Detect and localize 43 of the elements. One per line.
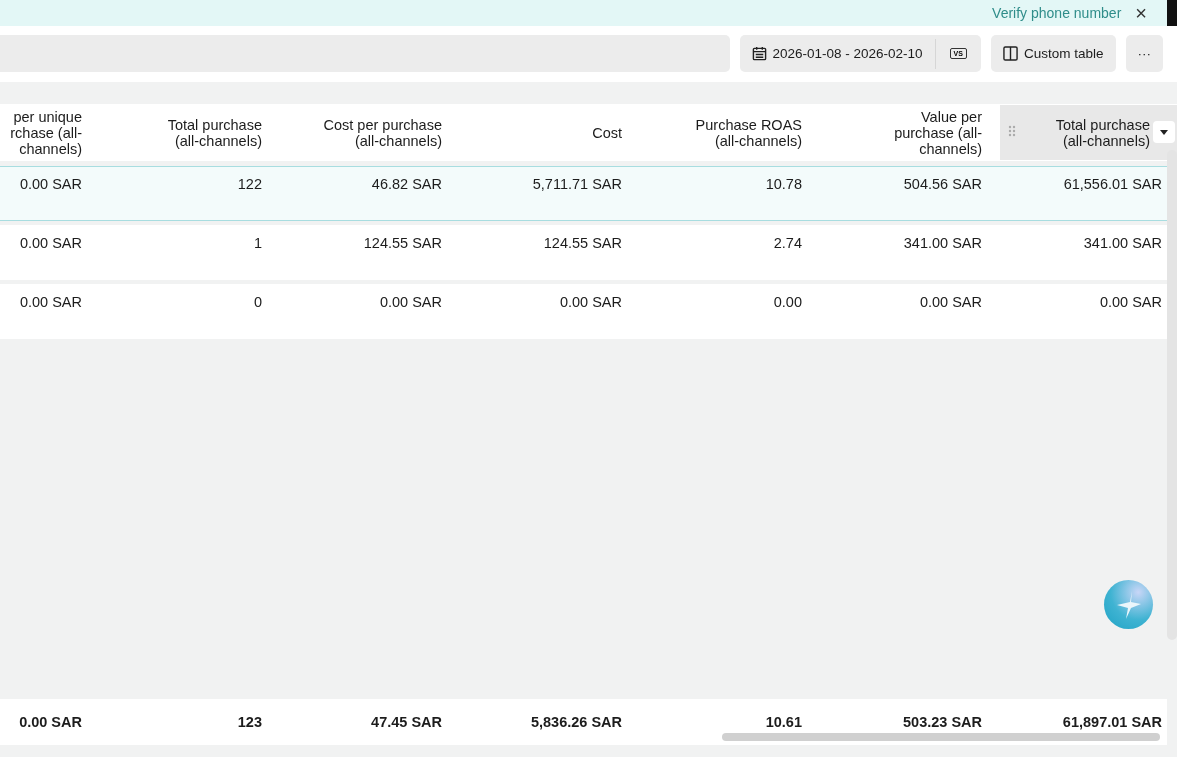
custom-table-button[interactable]: Custom table bbox=[990, 35, 1116, 72]
table-cell-text: 61,556.01 SAR bbox=[1062, 175, 1163, 194]
table-cell-text: 0.00 bbox=[772, 293, 803, 312]
column-title: per unique rchase (all- channels) bbox=[10, 108, 82, 157]
table-cell-text: 124.55 SAR bbox=[542, 234, 623, 253]
table-cell-text: 0.00 SAR bbox=[378, 293, 443, 312]
column-header[interactable]: Total purchase (all-channels) bbox=[1000, 105, 1177, 160]
column-title: Value per purchase (all- channels) bbox=[894, 108, 982, 157]
total-cell-text: 0.00 SAR bbox=[18, 713, 83, 732]
more-button[interactable]: ··· bbox=[1125, 35, 1163, 72]
close-button[interactable]: × bbox=[1135, 3, 1147, 23]
table-cell-text: 0.00 SAR bbox=[558, 293, 623, 312]
table-cell-text: 122 bbox=[236, 175, 263, 194]
table-cell-text: 2.74 bbox=[772, 234, 803, 253]
table-cell-text: 124.55 SAR bbox=[362, 234, 443, 253]
total-cell-text: 61,897.01 SAR bbox=[1061, 713, 1163, 732]
table-cell-text: 504.56 SAR bbox=[902, 175, 983, 194]
table-cell-text: 0.00 SAR bbox=[1098, 293, 1163, 312]
table-cell-text: 10.78 bbox=[764, 175, 803, 194]
table-cell-text: 341.00 SAR bbox=[902, 234, 983, 253]
table-cell-text: 0 bbox=[252, 293, 263, 312]
table-row[interactable]: 0.00 SAR 122 46.82 SAR 5,711.71 SAR 10.78 504.56 SAR 61,556.01 SAR bbox=[0, 166, 1167, 221]
column-title: Purchase ROAS (all-channels) bbox=[695, 116, 802, 149]
table-cell-text: 0.00 SAR bbox=[918, 293, 983, 312]
table-cell-text: 0.00 SAR bbox=[18, 234, 83, 253]
table-cell-text: 46.82 SAR bbox=[370, 175, 443, 194]
column-title: Total purchase (all-channels) bbox=[1055, 116, 1150, 149]
column-title: Total purchase (all-channels) bbox=[167, 116, 262, 149]
table-cell-text: 0.00 SAR bbox=[18, 293, 83, 312]
total-cell-text: 5,836.26 SAR bbox=[529, 713, 623, 732]
total-cell-text: 10.61 bbox=[764, 713, 803, 732]
column-title: Cost bbox=[592, 124, 622, 141]
total-cell-text: 47.45 SAR bbox=[370, 713, 443, 732]
table-cell-text: 1 bbox=[252, 234, 263, 253]
verify-phone-link[interactable]: Verify phone number bbox=[992, 5, 1122, 21]
table-cell-text: 341.00 SAR bbox=[1082, 234, 1163, 253]
table-cell-text: 5,711.71 SAR bbox=[531, 175, 623, 194]
table-cell-text: 0.00 SAR bbox=[18, 175, 83, 194]
table-row[interactable]: 0.00 SAR 0 0.00 SAR 0.00 SAR 0.00 0.00 SAR 0.00 SAR bbox=[0, 284, 1167, 339]
table-row[interactable]: 0.00 SAR 1 124.55 SAR 124.55 SAR 2.74 341.00 SAR 341.00 SAR bbox=[0, 225, 1167, 280]
column-title: Cost per purchase (all-channels) bbox=[323, 116, 442, 149]
total-cell-text: 503.23 SAR bbox=[902, 713, 983, 732]
total-cell-text: 123 bbox=[236, 713, 263, 732]
